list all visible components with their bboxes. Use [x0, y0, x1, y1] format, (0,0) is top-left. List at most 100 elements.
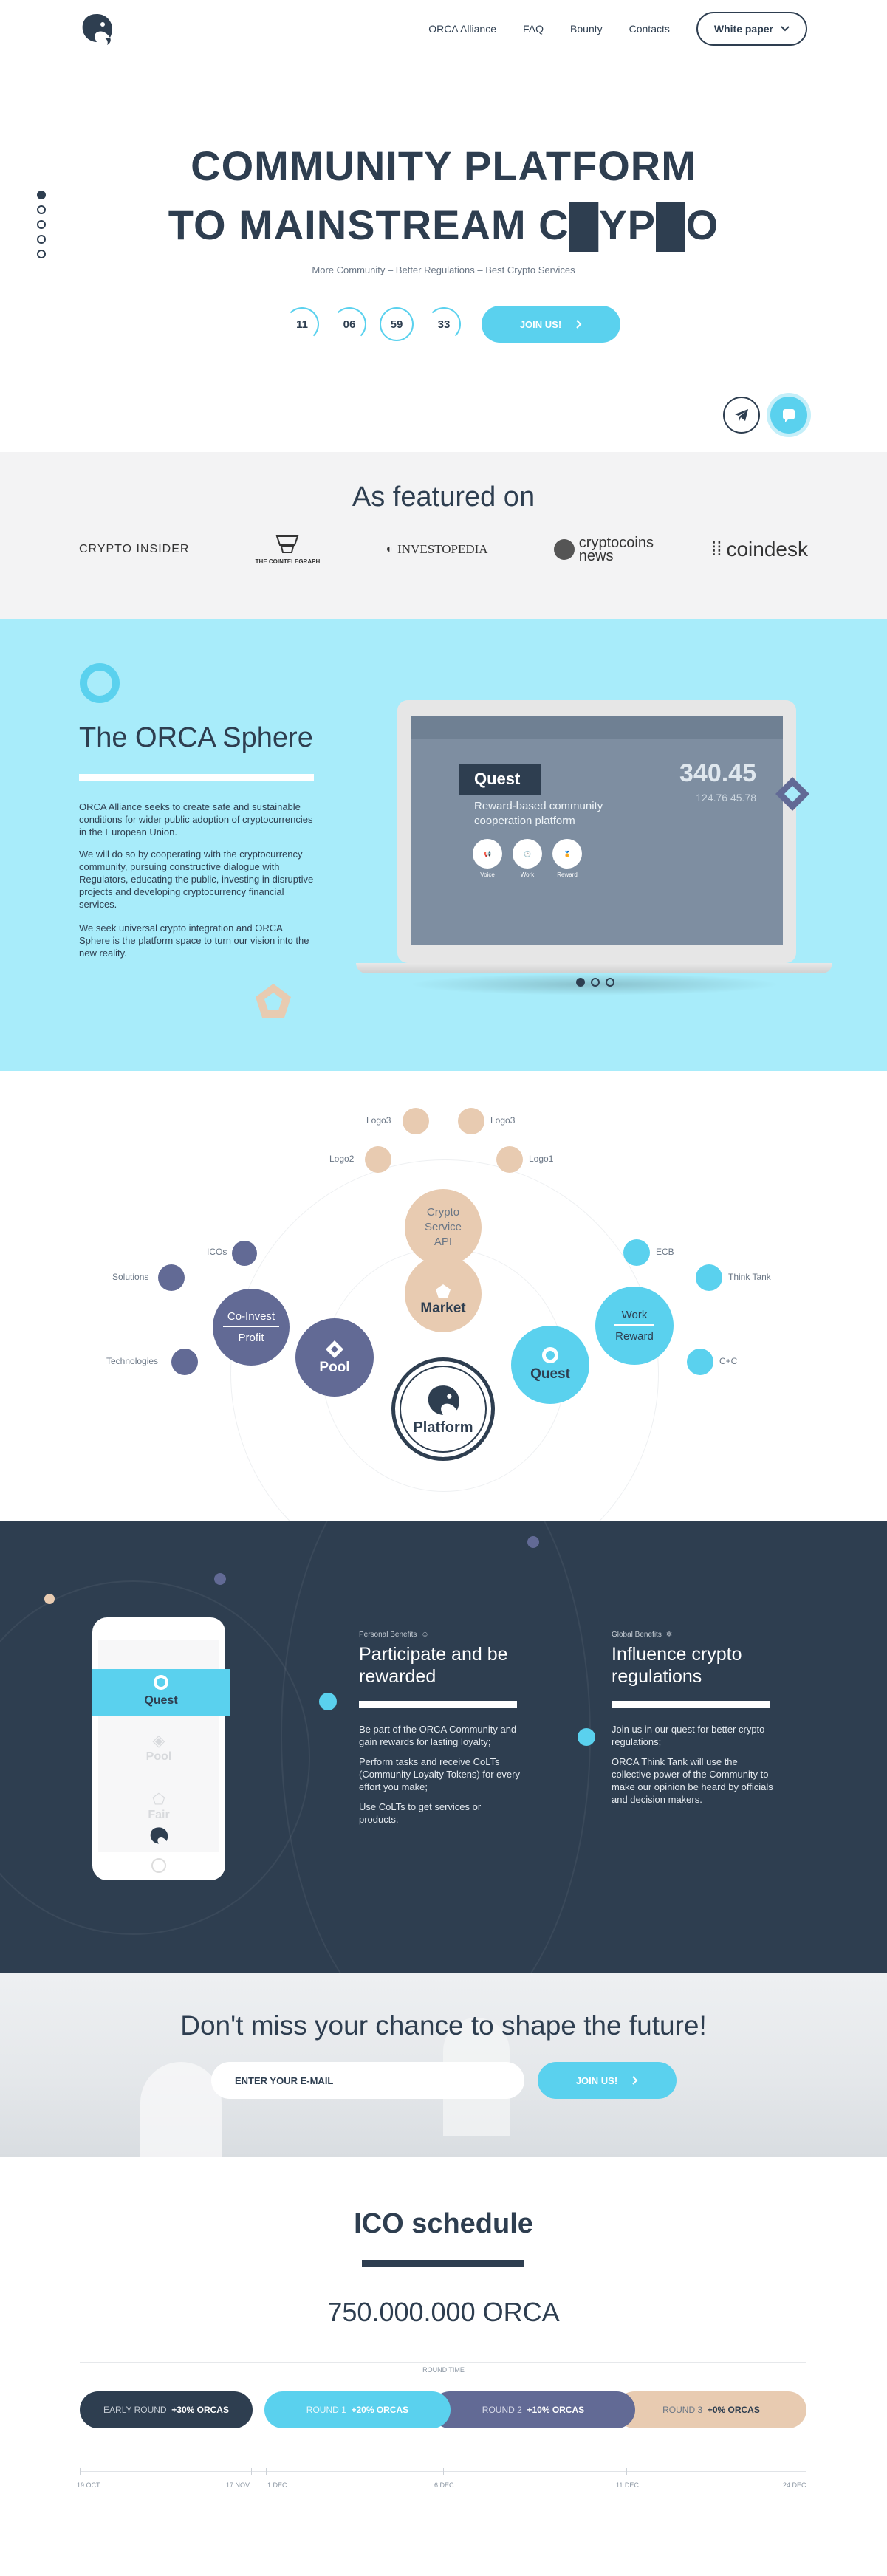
logo2-label: Logo2 [329, 1154, 355, 1164]
quest-label: Quest [530, 1366, 570, 1382]
cta-section: Don't miss your chance to shape the futu… [0, 1973, 887, 2157]
icos-node[interactable] [232, 1241, 257, 1266]
countdown-minutes: 59 [380, 307, 414, 341]
think-tank-label: Think Tank [728, 1272, 771, 1282]
join-us-button[interactable]: JOIN US! [482, 306, 620, 343]
work-label: Work [520, 871, 535, 878]
pentagon-icon [256, 984, 291, 1018]
price-value: 340.45 [679, 759, 756, 787]
round-time-label: ROUND TIME [422, 2366, 465, 2374]
ring-icon [542, 1347, 558, 1363]
phone-quest-label: Quest [144, 1694, 178, 1707]
logo3-label-right: Logo3 [490, 1115, 516, 1126]
ecb-label: ECB [656, 1247, 674, 1257]
email-input[interactable] [211, 2062, 524, 2099]
crypto-service-api-node[interactable]: Crypto Service API [405, 1189, 482, 1266]
ring-icon [80, 663, 120, 703]
round-3-bonus: +0% ORCAS [707, 2405, 760, 2415]
solutions-node[interactable] [158, 1264, 185, 1291]
carousel-dot[interactable] [576, 978, 585, 987]
reward-item: 🏅 Reward [552, 839, 582, 878]
cryptocoins-icon [553, 538, 575, 560]
white-paper-label: White paper [713, 23, 773, 35]
chat-button[interactable] [770, 397, 807, 434]
laptop-base [356, 963, 832, 973]
coinvest-label: Co-Invest [222, 1310, 280, 1327]
ico-schedule-section: ICO schedule 750.000.000 ORCA ROUND TIME… [0, 2157, 887, 2576]
round-1-name: ROUND 1 [306, 2405, 346, 2415]
round-early[interactable]: EARLY ROUND +30% ORCAS [80, 2391, 253, 2428]
logo-node[interactable] [403, 1108, 429, 1134]
rounds-bar: EARLY ROUND +30% ORCAS ROUND 1 +20% ORCA… [80, 2391, 806, 2428]
quest-node[interactable]: Quest [511, 1326, 589, 1404]
chat-icon [783, 409, 795, 422]
work-item: 🕑 Work [513, 839, 542, 878]
snowflake-icon: ❄ [665, 1631, 673, 1639]
global-tag-label: Global Benefits [612, 1631, 662, 1639]
cryptocoins-text: cryptocoins news [578, 534, 654, 564]
phone-pool-item: ◈ Pool [98, 1731, 219, 1764]
crypto-insider-logo[interactable]: CRYPTO INSIDER [79, 543, 189, 556]
round-early-name: EARLY ROUND [103, 2405, 167, 2415]
personal-tag-label: Personal Benefits [359, 1631, 417, 1639]
logo3-label-left: Logo3 [366, 1115, 391, 1126]
technologies-node[interactable] [171, 1349, 198, 1375]
header: ORCA Alliance FAQ Bounty Contacts White … [0, 0, 887, 59]
market-label: Market [420, 1301, 466, 1316]
nav-faq[interactable]: FAQ [523, 23, 544, 35]
work-reward-node[interactable]: Work Reward [595, 1287, 674, 1365]
nav-bounty[interactable]: Bounty [570, 23, 603, 35]
logo1-label: Logo1 [529, 1154, 554, 1164]
global-benefits: Global Benefits ❄ Influence crypto regula… [612, 1631, 774, 1806]
think-tank-node[interactable] [696, 1264, 722, 1291]
crypto-insider-text: CRYPTO INSIDER [79, 542, 190, 555]
voice-label: Voice [480, 871, 495, 878]
nav-orca-alliance[interactable]: ORCA Alliance [428, 23, 496, 35]
telegram-button[interactable] [723, 397, 760, 434]
schedule-title: ICO schedule [354, 2208, 533, 2239]
coindesk-logo[interactable]: ⁞⁞ coindesk [711, 538, 808, 561]
carousel-dot[interactable] [606, 978, 614, 987]
phone-home-button [151, 1858, 166, 1873]
white-paper-button[interactable]: White paper [696, 12, 807, 46]
cointelegraph-logo[interactable]: THE COINTELEGRAPH [256, 533, 320, 565]
market-node[interactable]: Market [405, 1256, 482, 1332]
logo-node[interactable] [365, 1146, 391, 1173]
sphere-title: The ORCA Sphere [79, 722, 313, 753]
investopedia-logo[interactable]: ◐ INVESTOPEDIA [386, 542, 487, 557]
ecb-node[interactable] [623, 1239, 650, 1266]
profit-label: Profit [238, 1332, 264, 1344]
cc-node[interactable] [687, 1349, 713, 1375]
date-label: 17 NOV [226, 2481, 250, 2489]
orca-logo-icon[interactable] [79, 11, 114, 47]
decor-dot [319, 1693, 337, 1710]
benefits-section: Quest ◈ Pool ⬠ Fair Personal Benefits ☺ P… [0, 1521, 887, 1973]
quest-card-title: Quest [459, 764, 541, 795]
round-3[interactable]: ROUND 3 +0% ORCAS [616, 2391, 806, 2428]
orca-logo-icon [150, 1827, 168, 1844]
round-2[interactable]: ROUND 2 +10% ORCAS [431, 2391, 635, 2428]
megaphone-icon: 📢 [473, 839, 502, 869]
coinvest-node[interactable]: Co-Invest Profit [213, 1289, 290, 1366]
sphere-paragraph-2: We will do so by cooperating with the cr… [79, 849, 314, 910]
round-2-bonus: +10% ORCAS [527, 2405, 585, 2415]
cryptocoins-news-logo[interactable]: cryptocoins news [553, 534, 654, 564]
cta-join-button[interactable]: JOIN US! [538, 2062, 677, 2099]
round-1[interactable]: ROUND 1 +20% ORCAS [264, 2391, 451, 2428]
phone-mockup: Quest ◈ Pool ⬠ Fair [92, 1617, 230, 1880]
round-2-name: ROUND 2 [482, 2405, 522, 2415]
timeline-tick [251, 2468, 252, 2475]
pool-node[interactable]: Pool [295, 1318, 374, 1397]
carousel-dot[interactable] [591, 978, 600, 987]
cointelegraph-icon [276, 535, 299, 553]
background-shape [140, 2062, 222, 2157]
cc-label: C+C [719, 1356, 738, 1366]
coindesk-text: coindesk [726, 537, 808, 561]
chevron-down-icon [781, 26, 790, 32]
logo-node[interactable] [496, 1146, 523, 1173]
nav-contacts[interactable]: Contacts [629, 23, 670, 35]
cta-title: Don't miss your chance to shape the futu… [180, 2010, 707, 2041]
platform-node[interactable]: Platform [391, 1357, 495, 1461]
timeline-tick [443, 2468, 444, 2475]
logo-node[interactable] [458, 1108, 484, 1134]
